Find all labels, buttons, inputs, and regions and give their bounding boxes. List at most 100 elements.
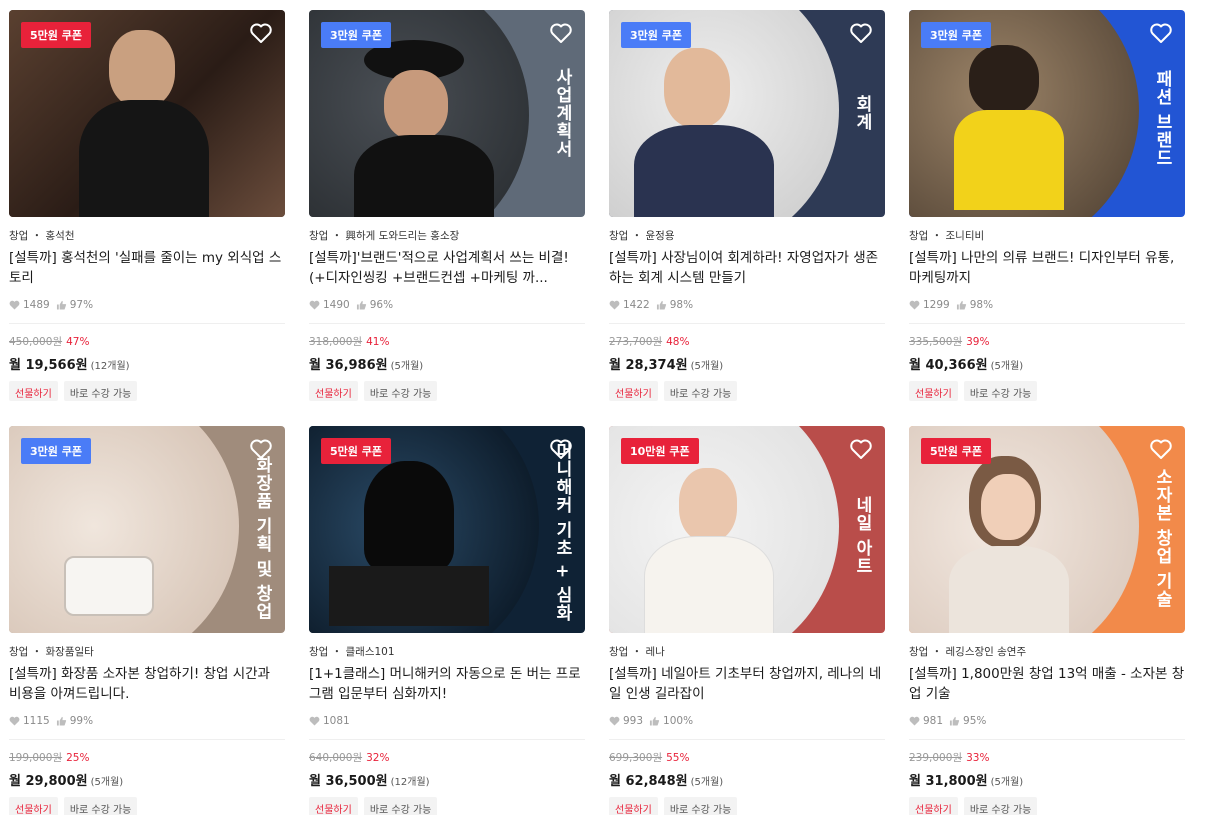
price-row: 699,300원 55%: [609, 750, 885, 764]
original-price: 335,500원: [909, 336, 963, 348]
discount-rate: 41%: [366, 336, 390, 348]
installment-months: (5개월): [690, 777, 724, 788]
class-title[interactable]: [설특까] 홍석천의 '실패를 줄이는 my 외식업 스토리: [9, 248, 285, 288]
divider: [9, 739, 285, 740]
class-thumbnail[interactable]: 5만원 쿠폰: [9, 10, 285, 217]
installment-months: (12개월): [390, 777, 430, 788]
gift-tag[interactable]: 선물하기: [309, 797, 358, 815]
class-stats: 981 95%: [909, 714, 1185, 728]
gift-tag[interactable]: 선물하기: [609, 797, 658, 815]
person-body: [954, 110, 1064, 210]
divider: [909, 739, 1185, 740]
heart-count-icon: [609, 716, 620, 726]
heart-icon[interactable]: [1149, 438, 1173, 460]
heart-icon[interactable]: [249, 438, 273, 460]
likes-count: 1115: [23, 715, 50, 727]
price-row: 335,500원 39%: [909, 334, 1185, 348]
class-card[interactable]: 사업계획서 3만원 쿠폰 창업 ・ 興하게 도와드리는 홍소장 [설특까]'브랜…: [309, 10, 585, 401]
class-title[interactable]: [설특까] 화장품 소자본 창업하기! 창업 시간과 비용을 아껴드립니다.: [9, 664, 285, 704]
discount-rate: 32%: [366, 752, 390, 764]
class-title[interactable]: [1+1클래스] 머니해커의 자동으로 돈 버는 프로그램 입문부터 심화까지!: [309, 664, 585, 704]
gift-tag[interactable]: 선물하기: [309, 381, 358, 401]
gift-tag[interactable]: 선물하기: [9, 381, 58, 401]
class-stats: 993 100%: [609, 714, 885, 728]
class-thumbnail[interactable]: 머니해커 기초 + 심화 5만원 쿠폰: [309, 426, 585, 633]
heart-icon[interactable]: [849, 22, 873, 44]
class-title[interactable]: [설특까]'브랜드'적으로 사업계획서 쓰는 비결! (+디자인씽킹 +브랜드컨…: [309, 248, 585, 288]
class-title[interactable]: [설특까] 나만의 의류 브랜드! 디자인부터 유통, 마케팅까지: [909, 248, 1185, 288]
person-head: [384, 70, 448, 140]
monthly-price-row: 월 62,848원 (5개월): [609, 770, 885, 789]
class-card[interactable]: 회계 3만원 쿠폰 창업 ・ 윤정용 [설특까] 사장님이여 회계하라! 자영업…: [609, 10, 885, 401]
class-title[interactable]: [설특까] 네일아트 기초부터 창업까지, 레나의 네일 인생 길라잡이: [609, 664, 885, 704]
available-now-tag: 바로 수강 가능: [663, 797, 738, 815]
monthly-price-row: 월 36,986원 (5개월): [309, 354, 585, 373]
discount-rate: 39%: [966, 336, 990, 348]
class-thumbnail[interactable]: 화장품 기획 및 창업 3만원 쿠폰: [9, 426, 285, 633]
thumbs-up-icon: [950, 716, 960, 726]
class-card[interactable]: 5만원 쿠폰 창업 ・ 홍석천 [설특까] 홍석천의 '실패를 줄이는 my 외…: [9, 10, 285, 401]
original-price: 640,000원: [309, 752, 363, 764]
rating-percent: 95%: [963, 715, 987, 727]
installment-months: (5개월): [90, 777, 124, 788]
divider: [309, 323, 585, 324]
available-now-tag: 바로 수강 가능: [363, 797, 438, 815]
heart-icon[interactable]: [549, 438, 573, 460]
heart-count-icon: [609, 300, 620, 310]
installment-months: (5개월): [990, 361, 1024, 372]
class-stats: 1490 96%: [309, 298, 585, 312]
thumbnail-side-text: 사업계획서: [552, 68, 572, 158]
available-now-tag: 바로 수강 가능: [963, 381, 1038, 401]
monthly-price: 월 36,500원: [309, 774, 388, 789]
heart-icon[interactable]: [549, 22, 573, 44]
class-thumbnail[interactable]: 패션 브랜드 3만원 쿠폰: [909, 10, 1185, 217]
hooded-figure: [364, 461, 454, 571]
class-title[interactable]: [설특까] 1,800만원 창업 13억 매출 - 소자본 창업 기술: [909, 664, 1185, 704]
monthly-price-row: 월 40,366원 (5개월): [909, 354, 1185, 373]
person-body: [634, 125, 774, 217]
class-meta: 창업 ・ 홍석천: [9, 230, 75, 242]
original-price: 199,000원: [9, 752, 63, 764]
gift-tag[interactable]: 선물하기: [609, 381, 658, 401]
class-thumbnail[interactable]: 소자본 창업 기술 5만원 쿠폰: [909, 426, 1185, 633]
heart-icon[interactable]: [849, 438, 873, 460]
price-row: 273,700원 48%: [609, 334, 885, 348]
person-body: [949, 546, 1069, 633]
class-thumbnail[interactable]: 사업계획서 3만원 쿠폰: [309, 10, 585, 217]
class-card[interactable]: 화장품 기획 및 창업 3만원 쿠폰 창업 ・ 화장품일타 [설특까] 화장품 …: [9, 426, 285, 815]
class-title[interactable]: [설특까] 사장님이여 회계하라! 자영업자가 생존하는 회계 시스템 만들기: [609, 248, 885, 288]
class-meta: 창업 ・ 윤정용: [609, 230, 675, 242]
person-body: [354, 135, 494, 217]
thumbnail-side-text: 머니해커 기초 + 심화: [552, 442, 572, 622]
class-thumbnail[interactable]: 회계 3만원 쿠폰: [609, 10, 885, 217]
thumbnail-side-text: 패션 브랜드: [1152, 70, 1172, 167]
coupon-badge: 5만원 쿠폰: [321, 438, 391, 464]
likes-count: 993: [623, 715, 644, 727]
heart-count-icon: [9, 300, 20, 310]
thumbnail-side-text: 네일 아트: [852, 496, 872, 575]
rating-percent: 96%: [369, 299, 394, 311]
class-card[interactable]: 머니해커 기초 + 심화 5만원 쿠폰 창업 ・ 클래스101 [1+1클래스]…: [309, 426, 585, 815]
person-head: [109, 30, 175, 108]
divider: [9, 323, 285, 324]
class-stats: 1422 98%: [609, 298, 885, 312]
discount-rate: 25%: [66, 752, 90, 764]
gift-tag[interactable]: 선물하기: [909, 797, 958, 815]
discount-rate: 33%: [966, 752, 990, 764]
thumbs-up-icon: [356, 300, 366, 310]
class-card[interactable]: 패션 브랜드 3만원 쿠폰 창업 ・ 조니티비 [설특까] 나만의 의류 브랜드…: [909, 10, 1185, 401]
tag-row: 선물하기 바로 수강 가능: [609, 797, 885, 815]
class-card[interactable]: 소자본 창업 기술 5만원 쿠폰 창업 ・ 레깅스장인 송연주 [설특까] 1,…: [909, 426, 1185, 815]
heart-count-icon: [309, 300, 320, 310]
heart-icon[interactable]: [249, 22, 273, 44]
person-body: [79, 100, 209, 217]
monthly-price: 월 36,986원: [309, 358, 388, 373]
heart-icon[interactable]: [1149, 22, 1173, 44]
gift-tag[interactable]: 선물하기: [909, 381, 958, 401]
class-card[interactable]: 네일 아트 10만원 쿠폰 창업 ・ 레나 [설특까] 네일아트 기초부터 창업…: [609, 426, 885, 815]
thumbs-up-icon: [650, 716, 660, 726]
class-grid: 5만원 쿠폰 창업 ・ 홍석천 [설특까] 홍석천의 '실패를 줄이는 my 외…: [0, 0, 1207, 815]
gift-tag[interactable]: 선물하기: [9, 797, 58, 815]
class-thumbnail[interactable]: 네일 아트 10만원 쿠폰: [609, 426, 885, 633]
installment-months: (5개월): [990, 777, 1024, 788]
